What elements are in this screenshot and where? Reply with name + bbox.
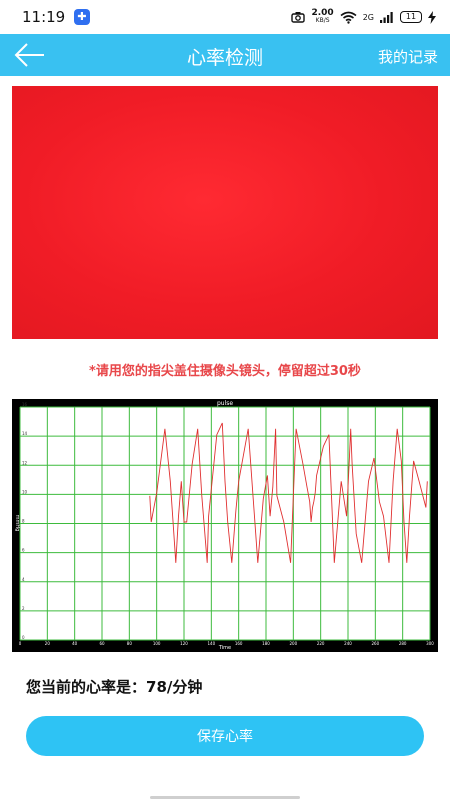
x-tick-label: 280 — [399, 641, 407, 646]
status-time: 11:19 — [22, 8, 66, 26]
x-tick-label: 300 — [426, 641, 434, 646]
status-bar: 11:19 ✚ 2.00 KB/S 2G 11 — [0, 0, 450, 34]
charging-icon — [428, 10, 436, 24]
heart-rate-label: 您当前的心率是： — [26, 678, 147, 696]
status-icons: 2.00 KB/S 2G 11 — [291, 7, 436, 27]
camera-icon — [291, 12, 306, 23]
y-tick-label: 10 — [22, 489, 28, 494]
battery-icon: 11 — [400, 11, 422, 23]
pulse-chart: 0 20 40 60 80 100 120 140 160 180 200 220 240 260 280 3… — [12, 399, 438, 652]
x-tick-label: 100 — [153, 641, 161, 646]
x-tick-label: 160 — [235, 641, 243, 646]
x-tick-label: 40 — [72, 641, 78, 646]
chart-y-axis-label: mmHg — [14, 515, 20, 532]
instruction-hint: *请用您的指尖盖住摄像头镜头，停留超过30秒 — [89, 364, 361, 379]
chart-title: pulse — [217, 400, 233, 407]
home-indicator[interactable] — [150, 796, 300, 799]
y-tick-label: 14 — [22, 431, 28, 436]
camera-preview — [12, 86, 438, 339]
pulse-chart-svg: 0 20 40 60 80 100 120 140 160 180 200 220 240 260 280 3… — [14, 400, 434, 651]
x-tick-label: 60 — [99, 641, 105, 646]
x-tick-label: 120 — [180, 641, 188, 646]
heart-rate-value: 78/分钟 — [146, 678, 203, 696]
x-tick-label: 260 — [372, 641, 380, 646]
y-tick-label: 12 — [22, 460, 28, 465]
x-tick-label: 240 — [344, 641, 352, 646]
network-speed-value: 2.00 — [311, 8, 334, 18]
x-tick-label: 140 — [208, 641, 216, 646]
y-tick-label: 16 — [22, 402, 28, 407]
chart-x-axis-label: Time — [218, 645, 231, 651]
heart-rate-readout: 您当前的心率是： 78/分钟 — [26, 676, 202, 697]
my-records-link[interactable]: 我的记录 — [378, 46, 438, 67]
app-notification-icon: ✚ — [74, 9, 90, 25]
x-tick-label: 220 — [317, 641, 325, 646]
app-bar: 心率检测 我的记录 — [0, 34, 450, 76]
signal-label: 2G — [362, 12, 374, 22]
x-tick-label: 0 — [19, 641, 22, 646]
x-tick-label: 200 — [290, 641, 298, 646]
network-speed: 2.00 KB/S — [311, 9, 333, 25]
signal-icon — [380, 12, 393, 23]
x-tick-label: 20 — [45, 641, 51, 646]
x-tick-label: 80 — [127, 641, 133, 646]
save-heart-rate-button[interactable]: 保存心率 — [26, 716, 424, 756]
x-tick-label: 180 — [262, 641, 270, 646]
network-speed-unit: KB/S — [315, 17, 330, 24]
wifi-icon — [340, 11, 357, 24]
